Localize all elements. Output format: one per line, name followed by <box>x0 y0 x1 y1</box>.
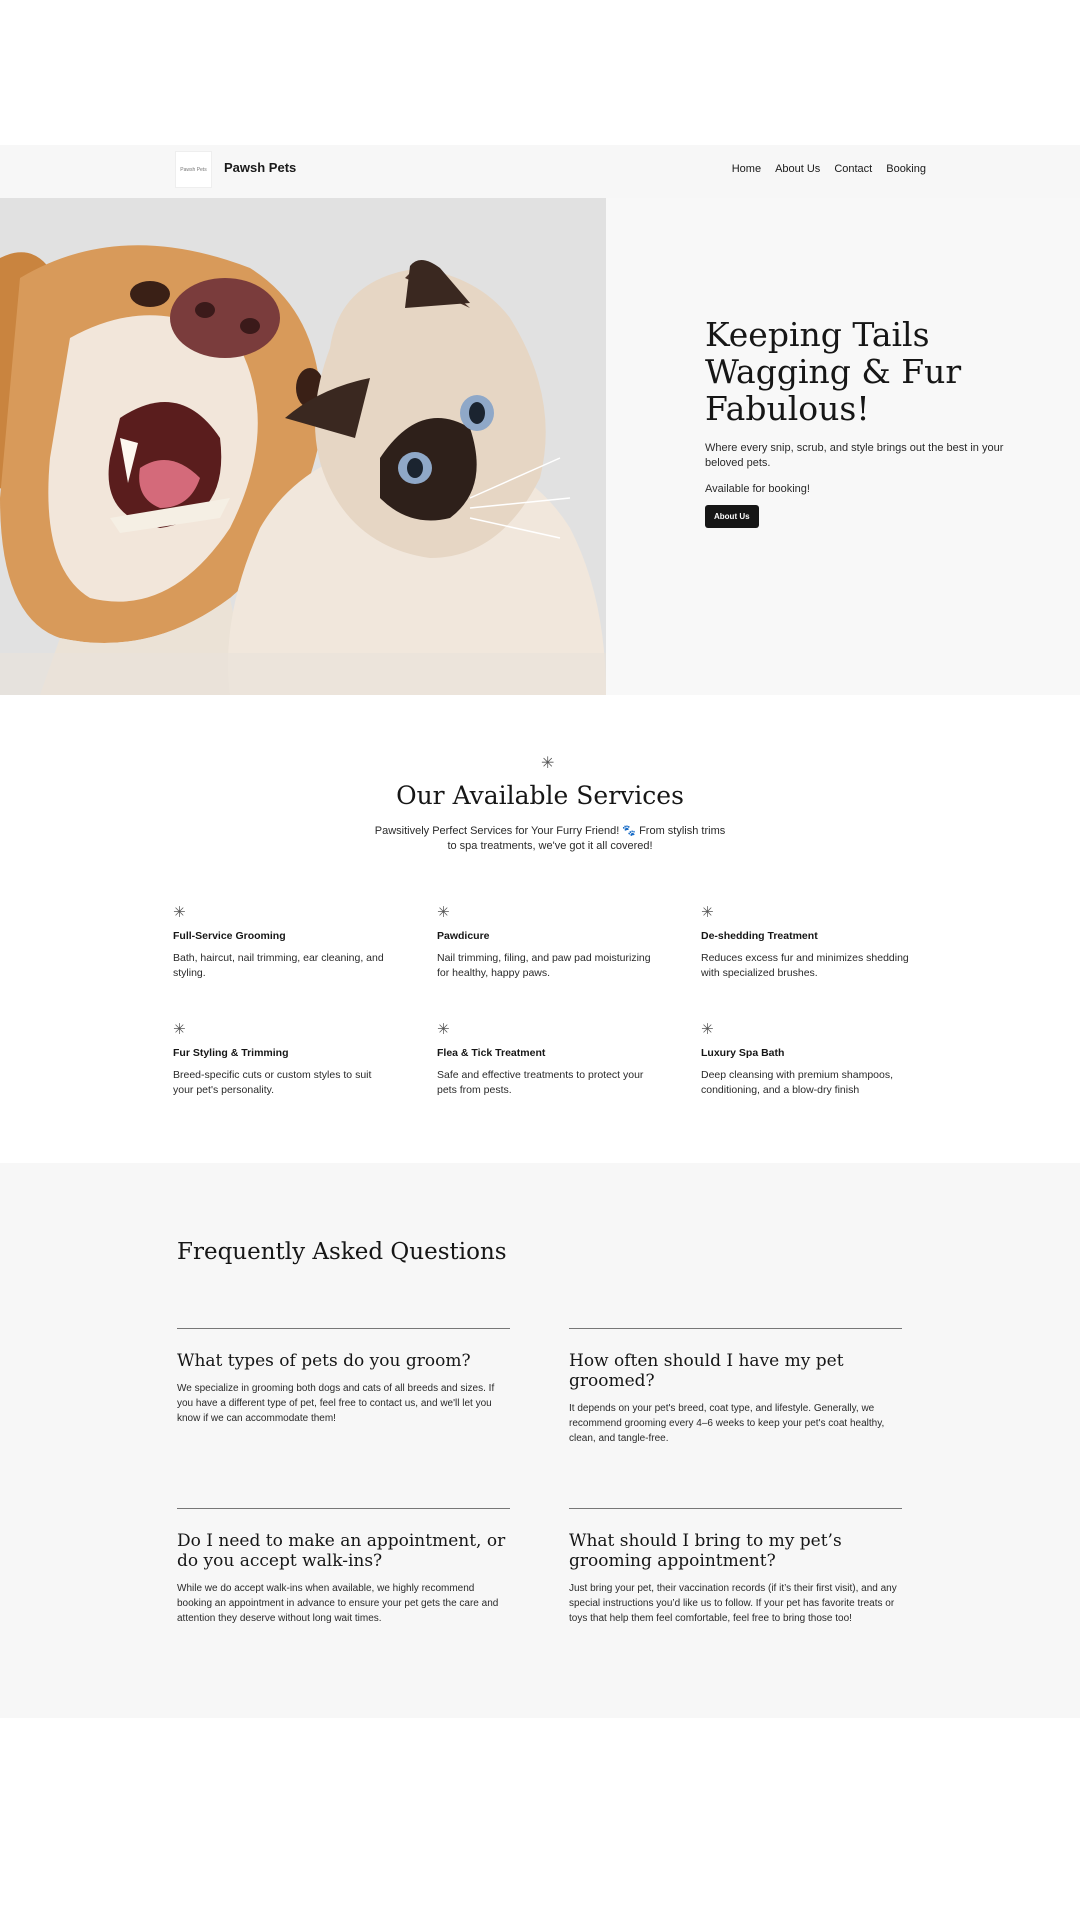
service-name: Pawdicure <box>437 930 490 942</box>
faq-question: What types of pets do you groom? <box>177 1351 471 1371</box>
nav-home[interactable]: Home <box>732 163 761 175</box>
service-card: ✳ Luxury Spa Bath Deep cleansing with pr… <box>701 1020 916 1098</box>
divider <box>177 1328 510 1329</box>
booking-note: Available for booking! <box>705 483 810 495</box>
hero-subtitle: Where every snip, scrub, and style bring… <box>705 442 1004 469</box>
dog-and-cat-illustration <box>0 198 606 695</box>
asterisk-icon: ✳ <box>701 1021 714 1038</box>
site-header: Pawsh Pets Pawsh Pets Home About Us Cont… <box>0 145 1080 198</box>
faq-question: What should I bring to my pet’s grooming… <box>569 1531 842 1571</box>
service-name: Full-Service Grooming <box>173 930 286 942</box>
faq-title: Frequently Asked Questions <box>177 1239 507 1265</box>
service-name: Fur Styling & Trimming <box>173 1047 289 1059</box>
main-nav: Home About Us Contact Booking <box>732 163 926 175</box>
service-desc: Bath, haircut, nail trimming, ear cleani… <box>173 952 384 979</box>
faq-question: How often should I have my pet groomed? <box>569 1351 844 1391</box>
service-desc: Deep cleansing with premium shampoos, co… <box>701 1069 894 1096</box>
service-desc: Breed-specific cuts or custom styles to … <box>173 1069 372 1096</box>
faq-item: What types of pets do you groom? We spec… <box>177 1328 510 1426</box>
divider <box>177 1508 510 1509</box>
service-desc: Nail trimming, filing, and paw pad moist… <box>437 952 651 979</box>
asterisk-icon: ✳ <box>437 1021 450 1038</box>
logo-text: Pawsh Pets <box>180 166 207 173</box>
faq-item: How often should I have my pet groomed? … <box>569 1328 902 1446</box>
service-desc: Safe and effective treatments to protect… <box>437 1069 644 1096</box>
service-card: ✳ Flea & Tick Treatment Safe and effecti… <box>437 1020 652 1098</box>
service-desc: Reduces excess fur and minimizes sheddin… <box>701 952 909 979</box>
services-title: Our Available Services <box>396 781 684 810</box>
service-name: Luxury Spa Bath <box>701 1047 785 1059</box>
service-card: ✳ De-shedding Treatment Reduces excess f… <box>701 903 916 981</box>
faq-answer: Just bring your pet, their vaccination r… <box>569 1583 897 1624</box>
service-card: ✳ Fur Styling & Trimming Breed-specific … <box>173 1020 388 1098</box>
nav-booking[interactable]: Booking <box>886 163 926 175</box>
hero-text-block: Keeping Tails Wagging & Fur Fabulous! Wh… <box>705 316 1005 528</box>
about-us-button[interactable]: About Us <box>705 505 759 528</box>
asterisk-icon: ✳ <box>437 904 450 921</box>
nav-contact[interactable]: Contact <box>834 163 872 175</box>
faq-answer: It depends on your pet's breed, coat typ… <box>569 1403 885 1444</box>
service-card: ✳ Full-Service Grooming Bath, haircut, n… <box>173 903 388 981</box>
divider <box>569 1508 902 1509</box>
faq-answer: While we do accept walk-ins when availab… <box>177 1583 499 1624</box>
asterisk-icon: ✳ <box>173 1021 186 1038</box>
services-subtitle: Pawsitively Perfect Services for Your Fu… <box>374 825 726 852</box>
faq-answer: We specialize in grooming both dogs and … <box>177 1383 495 1424</box>
faq-item: Do I need to make an appointment, or do … <box>177 1508 510 1626</box>
hero-section: Keeping Tails Wagging & Fur Fabulous! Wh… <box>0 198 1080 695</box>
service-card: ✳ Pawdicure Nail trimming, filing, and p… <box>437 903 652 981</box>
hero-title: Keeping Tails Wagging & Fur Fabulous! <box>705 315 962 428</box>
brand-name[interactable]: Pawsh Pets <box>224 160 296 175</box>
asterisk-icon: ✳ <box>541 755 555 772</box>
logo[interactable]: Pawsh Pets <box>175 151 212 188</box>
faq-section: Frequently Asked Questions What types of… <box>0 1163 1080 1718</box>
faq-item: What should I bring to my pet’s grooming… <box>569 1508 902 1626</box>
asterisk-icon: ✳ <box>173 904 186 921</box>
asterisk-icon: ✳ <box>701 904 714 921</box>
service-name: Flea & Tick Treatment <box>437 1047 546 1059</box>
service-name: De-shedding Treatment <box>701 930 818 942</box>
hero-image-dog-and-cat <box>0 198 606 695</box>
nav-about-us[interactable]: About Us <box>775 163 820 175</box>
divider <box>569 1328 902 1329</box>
faq-question: Do I need to make an appointment, or do … <box>177 1531 506 1571</box>
